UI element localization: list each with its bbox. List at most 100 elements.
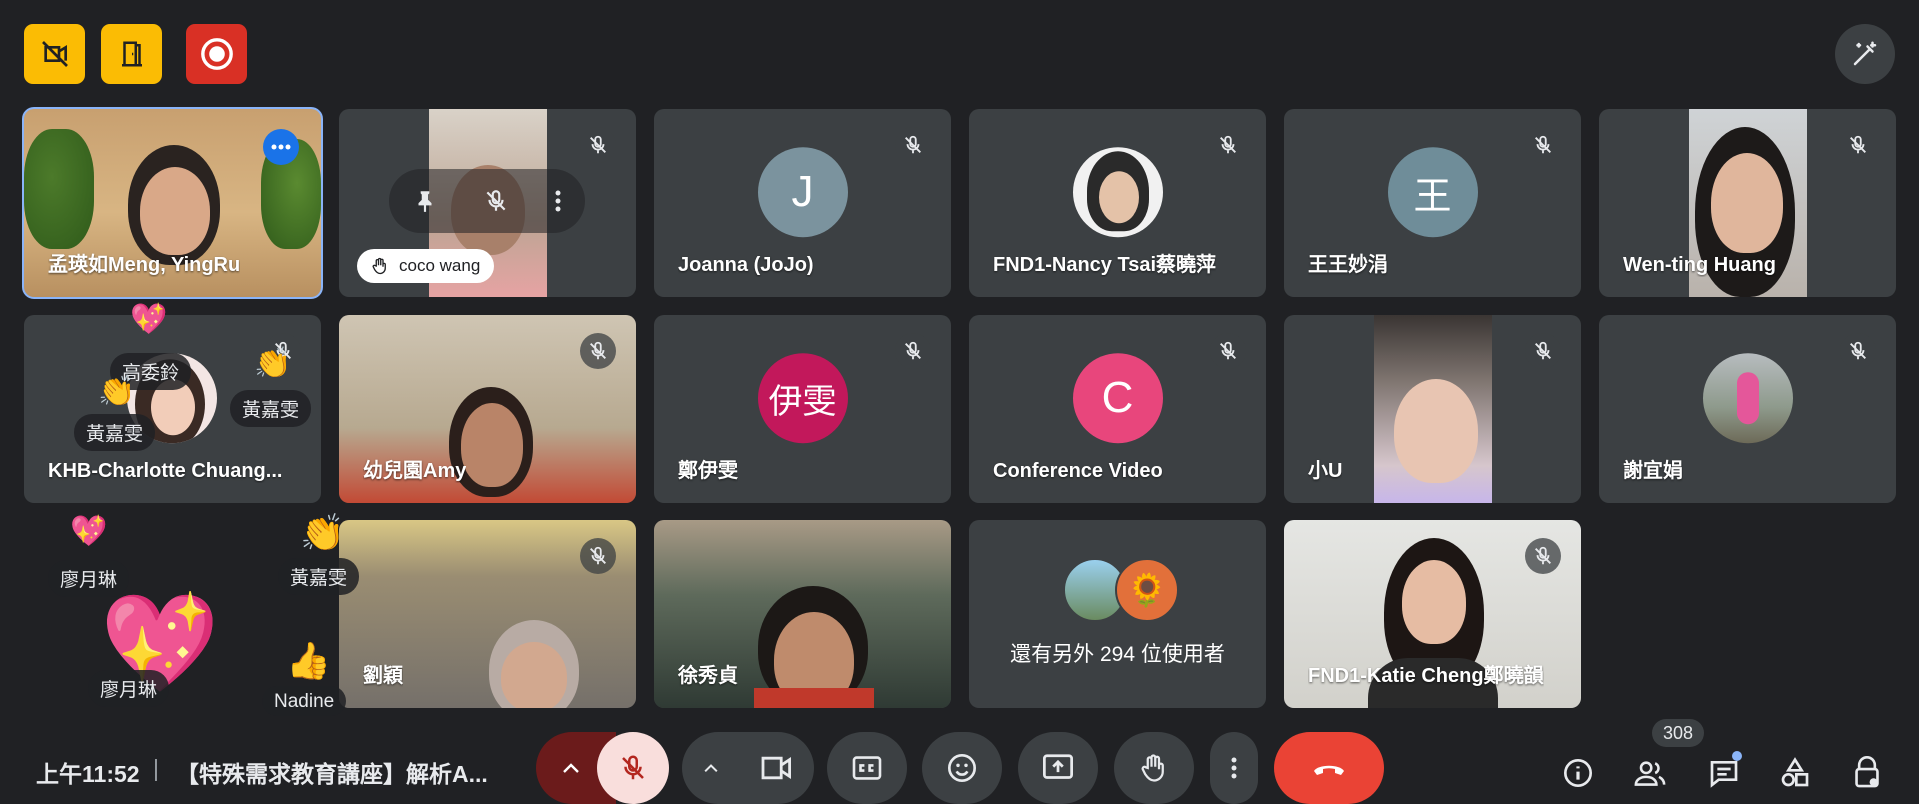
participant-tile[interactable]: C Conference Video: [969, 315, 1266, 503]
activities-button[interactable]: [1771, 749, 1819, 797]
emoji-icon: [948, 754, 976, 782]
mic-off-icon: [1220, 341, 1236, 360]
more-options-button[interactable]: [263, 129, 299, 165]
avatar: 伊雯: [757, 353, 848, 444]
others-tile[interactable]: 🌻 還有另外 294 位使用者: [969, 520, 1266, 708]
new-message-dot: [1732, 751, 1742, 761]
mute-indicator: [895, 127, 931, 163]
plant-image: [24, 129, 94, 249]
mute-indicator: [580, 333, 616, 369]
clap-reaction-icon: 👏: [254, 347, 292, 380]
participant-tile[interactable]: 王 王王妙涓: [1284, 109, 1581, 297]
participant-count-badge: 308: [1652, 719, 1704, 747]
participant-name: 小U: [1308, 460, 1343, 482]
recording-button[interactable]: [186, 24, 247, 84]
participant-tile[interactable]: 徐秀貞: [654, 520, 951, 708]
raise-hand-button[interactable]: [1114, 732, 1194, 804]
mic-off-icon: [905, 135, 921, 154]
chat-icon: [1710, 761, 1738, 788]
clap-reaction-icon: 👏: [98, 375, 136, 408]
participant-tile[interactable]: 謝宜娟: [1599, 315, 1896, 503]
meeting-info-button[interactable]: [1554, 749, 1602, 797]
more-vertical-icon[interactable]: [554, 189, 562, 213]
mic-off-icon: [590, 546, 606, 565]
present-button[interactable]: [1018, 732, 1098, 804]
mute-indicator: [1525, 333, 1561, 369]
mic-off-icon: [1535, 135, 1551, 154]
participant-name: 孟瑛如Meng, YingRu: [48, 254, 241, 276]
mic-off-icon: [1535, 546, 1551, 565]
info-icon: [1564, 759, 1592, 787]
raised-hand-icon: [1141, 754, 1164, 782]
mute-indicator: [1210, 333, 1246, 369]
mic-off-icon[interactable]: [483, 188, 509, 214]
chevron-up-icon[interactable]: [703, 763, 719, 773]
meeting-time: 上午11:52: [36, 761, 140, 787]
no-recording-button[interactable]: [24, 24, 85, 84]
reaction-sender: 黃嘉雯: [74, 414, 156, 451]
avatar: 🌻: [1115, 558, 1179, 622]
mute-indicator: [895, 333, 931, 369]
camera-control-group: [682, 732, 814, 804]
heart-reaction-icon: 💖: [70, 515, 108, 548]
captions-icon: [852, 756, 882, 780]
participant-tile[interactable]: coco wang: [339, 109, 636, 297]
participant-name: FND1-Katie Cheng鄭曉韻: [1308, 665, 1544, 687]
chat-button[interactable]: [1700, 749, 1748, 797]
more-options-button[interactable]: [1210, 732, 1258, 804]
end-call-icon: [1314, 765, 1344, 775]
reactions-button[interactable]: [922, 732, 1002, 804]
mic-off-icon: [590, 341, 606, 360]
video-camera-icon[interactable]: [760, 754, 794, 782]
participant-name: 劉穎: [363, 665, 403, 687]
mute-indicator: [1840, 333, 1876, 369]
participant-tile[interactable]: FND1-Nancy Tsai蔡曉萍: [969, 109, 1266, 297]
participant-name: 鄭伊雯: [678, 460, 738, 482]
mute-indicator: [1525, 127, 1561, 163]
mic-toggle-button[interactable]: [597, 732, 669, 804]
people-icon: [1634, 761, 1666, 786]
mic-off-icon: [622, 755, 644, 780]
participant-tile[interactable]: 小U: [1284, 315, 1581, 503]
leave-call-button[interactable]: [1274, 732, 1384, 804]
mute-indicator: [580, 538, 616, 574]
avatar: 王: [1387, 147, 1478, 238]
participant-name: Wen-ting Huang: [1623, 254, 1776, 276]
participant-name: FND1-Nancy Tsai蔡曉萍: [993, 254, 1217, 276]
participant-figure: [1736, 372, 1759, 425]
participant-tile[interactable]: 劉穎: [339, 520, 636, 708]
magic-wand-icon: [1853, 41, 1877, 66]
participant-face: [1098, 171, 1139, 224]
more-vertical-icon: [1231, 757, 1237, 779]
participant-tile[interactable]: J Joanna (JoJo): [654, 109, 951, 297]
raised-hand-icon: [372, 257, 386, 275]
participant-face: [1711, 153, 1783, 253]
participant-tile[interactable]: Wen-ting Huang: [1599, 109, 1896, 297]
record-icon: [200, 38, 233, 70]
people-button[interactable]: [1626, 749, 1674, 797]
heart-reaction-icon: 💖: [130, 303, 168, 336]
effects-button[interactable]: [1835, 24, 1895, 84]
present-screen-icon: [1043, 754, 1073, 779]
mic-off-icon: [1850, 341, 1866, 360]
avatar: C: [1072, 353, 1163, 444]
mute-indicator: [580, 127, 616, 163]
participant-name: 謝宜娟: [1623, 460, 1683, 482]
pin-icon[interactable]: [412, 188, 438, 214]
reaction-sender: 廖月琳: [88, 670, 170, 707]
mic-off-icon: [1535, 341, 1551, 360]
participant-tile[interactable]: 孟瑛如Meng, YingRu: [22, 107, 323, 299]
participant-tile[interactable]: 伊雯 鄭伊雯: [654, 315, 951, 503]
raised-hand-badge: coco wang: [357, 249, 495, 283]
lock-person-icon: [1855, 756, 1879, 788]
participant-tile[interactable]: FND1-Katie Cheng鄭曉韻: [1284, 520, 1581, 708]
participant-name: 王王妙涓: [1308, 254, 1388, 276]
thumbs-up-reaction-icon: 👍: [286, 640, 331, 681]
captions-button[interactable]: [827, 732, 907, 804]
host-controls-button[interactable]: [1843, 749, 1891, 797]
clothing: [754, 688, 874, 708]
host-controls-button[interactable]: [101, 24, 162, 84]
participant-tile[interactable]: 幼兒園Amy: [339, 315, 636, 503]
avatar: [1072, 147, 1163, 238]
mic-off-icon: [590, 135, 606, 154]
